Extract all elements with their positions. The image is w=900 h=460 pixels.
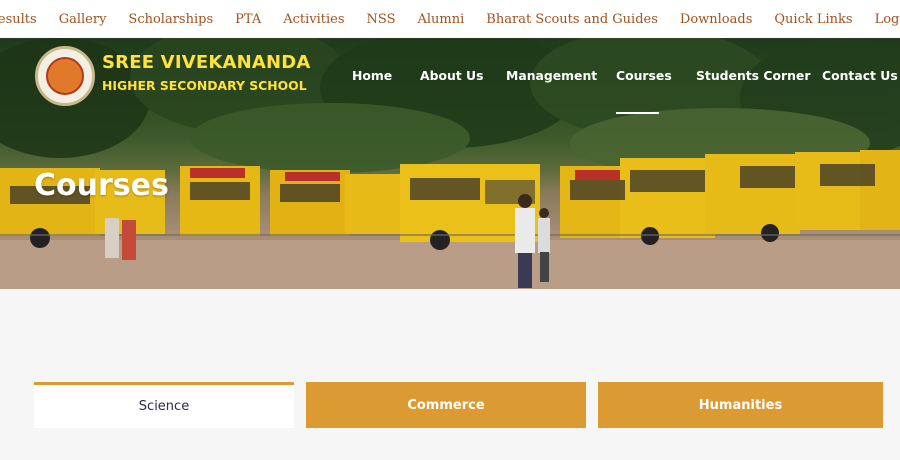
courses-content: Science Commerce Humanities [0,289,900,460]
tab-science[interactable]: Science [34,382,294,428]
top-nav-results[interactable]: Results [0,12,48,27]
top-nav-quick-links[interactable]: Quick Links [763,12,863,27]
tab-humanities[interactable]: Humanities [598,382,883,428]
main-nav-courses[interactable]: Courses [616,68,672,83]
top-nav-gallery[interactable]: Gallery [48,12,118,27]
tab-commerce[interactable]: Commerce [306,382,586,428]
tab-science-label: Science [138,399,190,414]
main-nav-students-corner[interactable]: Students Corner [696,68,810,83]
top-utility-nav: Results Gallery Scholarships PTA Activit… [0,0,900,38]
main-nav-contact-us[interactable]: Contact Us [822,68,898,83]
hero-banner: SREE VIVEKANANDA HIGHER SECONDARY SCHOOL… [0,38,900,289]
top-nav-login[interactable]: Login [864,12,900,27]
top-nav-alumni[interactable]: Alumni [407,12,476,27]
top-nav-pta[interactable]: PTA [224,12,272,27]
main-nav-management[interactable]: Management [506,68,597,83]
top-nav-nss[interactable]: NSS [356,12,407,27]
top-nav-activities[interactable]: Activities [272,12,355,27]
tab-commerce-label: Commerce [407,397,485,413]
page-title: Courses [34,168,169,203]
main-nav-about-us[interactable]: About Us [420,68,483,83]
top-nav-bharat-scouts[interactable]: Bharat Scouts and Guides [475,12,669,27]
active-nav-indicator [616,112,659,114]
main-nav-home[interactable]: Home [352,68,392,83]
tab-humanities-label: Humanities [698,397,783,413]
main-nav: Home About Us Management Courses Student… [0,68,900,88]
top-utility-bar: Results Gallery Scholarships PTA Activit… [0,0,900,38]
top-nav-downloads[interactable]: Downloads [669,12,763,27]
top-nav-scholarships[interactable]: Scholarships [117,12,224,27]
